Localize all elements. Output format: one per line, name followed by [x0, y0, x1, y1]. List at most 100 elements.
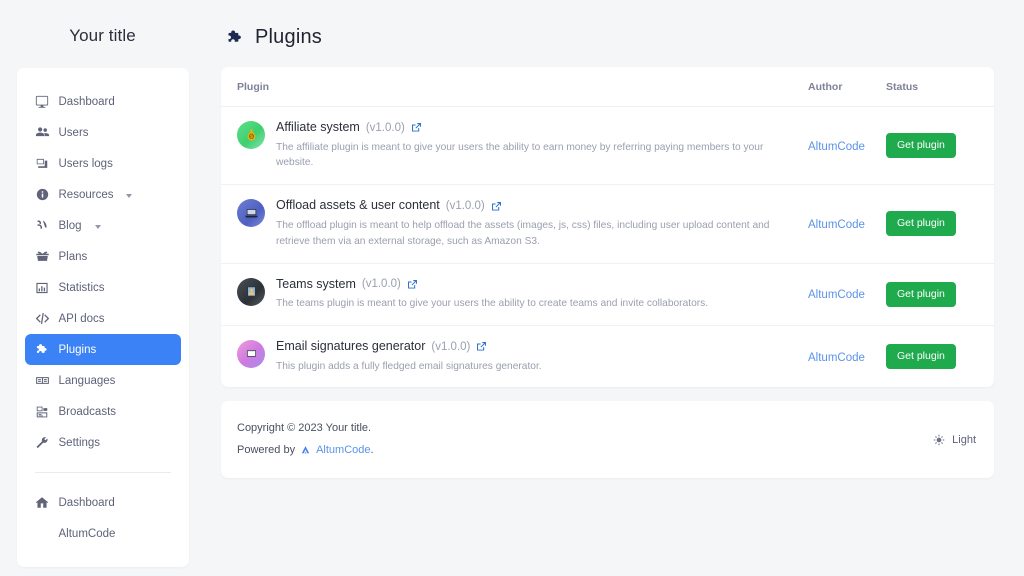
get-plugin-button[interactable]: Get plugin [886, 211, 956, 237]
footer-powered-prefix: Powered by [237, 443, 296, 456]
sidebar-item-label: Users [58, 126, 89, 139]
plugin-version: (v1.0.0) [365, 121, 405, 134]
theme-toggle[interactable]: Light [933, 434, 976, 446]
author-link[interactable]: AltumCode [808, 289, 865, 301]
languages-icon [35, 373, 50, 388]
puzzle-icon [35, 342, 50, 357]
column-header-status: Status [886, 81, 919, 93]
sidebar-item-dashboard[interactable]: Dashboard [25, 86, 181, 117]
table-row: Email signatures generator (v1.0.0) This… [221, 326, 994, 387]
chevron-down-icon [94, 224, 101, 229]
plugin-name: Affiliate system [276, 120, 360, 134]
sidebar-item-statistics[interactable]: Statistics [25, 272, 181, 303]
envelope-card-icon [237, 339, 265, 368]
author-cell: AltumCode [808, 348, 886, 366]
status-cell: Get plugin [886, 133, 978, 159]
altumcode-logo-icon [300, 445, 311, 456]
sidebar-item-label: Statistics [58, 281, 105, 294]
status-cell: Get plugin [886, 281, 978, 307]
plugin-text: Offload assets & user content (v1.0.0) T… [276, 198, 794, 249]
plugin-cell: Teams system (v1.0.0) The teams plugin i… [237, 277, 808, 312]
get-plugin-button[interactable]: Get plugin [886, 281, 956, 307]
home-icon [35, 495, 50, 510]
plugin-title-row: Email signatures generator (v1.0.0) [276, 339, 794, 355]
sidebar-item-label: AltumCode [58, 527, 116, 540]
external-link-icon[interactable] [476, 341, 487, 352]
sidebar-nav-card: Dashboard Users Users logs Resources Blo… [16, 68, 189, 567]
plugin-text: Affiliate system (v1.0.0) The affiliate … [276, 120, 794, 171]
puzzle-icon [226, 29, 244, 47]
plugin-version: (v1.0.0) [431, 340, 471, 353]
footer-powered-by: Powered by AltumCode. [237, 440, 374, 461]
sidebar-item-label: API docs [58, 312, 105, 325]
page-header: Plugins [221, 26, 994, 49]
sidebar-item-resources[interactable]: Resources [25, 179, 181, 210]
sidebar-item-label: Settings [58, 436, 101, 449]
plans-icon [35, 249, 50, 264]
table-row: Teams system (v1.0.0) The teams plugin i… [221, 264, 994, 326]
altumcode-link[interactable]: AltumCode [316, 444, 370, 456]
footer-text: Copyright © 2023 Your title. Powered by … [237, 418, 374, 461]
plugin-version: (v1.0.0) [445, 199, 485, 212]
sidebar-item-plans[interactable]: Plans [25, 241, 181, 272]
sidebar-item-label: Broadcasts [58, 405, 117, 418]
sidebar-item-label: Plans [58, 250, 88, 263]
table-row: Offload assets & user content (v1.0.0) T… [221, 185, 994, 264]
money-bag-icon [237, 121, 265, 149]
sidebar-item-blog[interactable]: Blog [25, 210, 181, 241]
chevron-down-icon [126, 193, 133, 198]
plugins-table-card: Plugin Author Status Affiliate system (v… [221, 67, 994, 388]
sidebar: Your title Dashboard Users Users logs Re… [0, 0, 205, 576]
app-root: Your title Dashboard Users Users logs Re… [0, 0, 1024, 576]
info-icon [35, 187, 50, 202]
theme-label: Light [952, 433, 976, 446]
sidebar-item-users[interactable]: Users [25, 117, 181, 148]
column-header-author: Author [808, 81, 843, 93]
sidebar-divider [34, 472, 171, 473]
plugin-cell: Offload assets & user content (v1.0.0) T… [237, 198, 808, 249]
sidebar-item-languages[interactable]: Languages [25, 365, 181, 396]
sidebar-item-bottom-dashboard[interactable]: Dashboard [25, 487, 181, 518]
main-content: Plugins Plugin Author Status Affiliate s… [205, 0, 1024, 576]
status-cell: Get plugin [886, 211, 978, 237]
author-link[interactable]: AltumCode [808, 219, 865, 231]
get-plugin-button[interactable]: Get plugin [886, 133, 956, 159]
plugin-cell: Affiliate system (v1.0.0) The affiliate … [237, 120, 808, 171]
plugin-description: The teams plugin is meant to give your u… [276, 298, 709, 310]
laptop-icon [237, 199, 265, 228]
plugin-text: Email signatures generator (v1.0.0) This… [276, 339, 794, 374]
sidebar-item-label: Resources [58, 188, 114, 201]
footer-powered-link[interactable]: AltumCode. [316, 440, 373, 461]
get-plugin-button[interactable]: Get plugin [886, 344, 956, 370]
external-link-icon[interactable] [491, 201, 502, 212]
plugin-version: (v1.0.0) [361, 278, 401, 291]
person-badge-icon [237, 277, 265, 306]
sidebar-item-label: Blog [58, 219, 82, 232]
author-link[interactable]: AltumCode [808, 352, 865, 364]
external-link-icon[interactable] [411, 122, 422, 133]
sidebar-item-broadcasts[interactable]: Broadcasts [25, 396, 181, 427]
external-link-icon[interactable] [407, 279, 418, 290]
monitor-icon [35, 94, 50, 109]
sidebar-item-plugins[interactable]: Plugins [24, 334, 181, 365]
author-link[interactable]: AltumCode [808, 141, 865, 153]
author-cell: AltumCode [808, 215, 886, 233]
chart-bar-icon [35, 280, 50, 295]
plugin-name: Offload assets & user content [276, 198, 440, 213]
sidebar-item-users-logs[interactable]: Users logs [25, 148, 181, 179]
sidebar-item-altumcode[interactable]: AltumCode [25, 518, 181, 549]
sidebar-item-settings[interactable]: Settings [25, 427, 181, 458]
broadcast-icon [35, 404, 50, 419]
plugin-name: Teams system [276, 276, 356, 291]
sidebar-item-label: Users logs [58, 157, 113, 170]
author-cell: AltumCode [808, 285, 886, 303]
table-row: Affiliate system (v1.0.0) The affiliate … [221, 107, 994, 186]
code-icon [35, 311, 50, 326]
sidebar-item-label: Languages [58, 374, 116, 387]
plugin-title-row: Offload assets & user content (v1.0.0) [276, 198, 794, 214]
user-logs-icon [35, 156, 50, 171]
column-header-plugin: Plugin [237, 81, 270, 93]
sidebar-item-api-docs[interactable]: API docs [25, 303, 181, 334]
plugin-title-row: Affiliate system (v1.0.0) [276, 120, 794, 136]
sidebar-item-label: Dashboard [58, 95, 115, 108]
